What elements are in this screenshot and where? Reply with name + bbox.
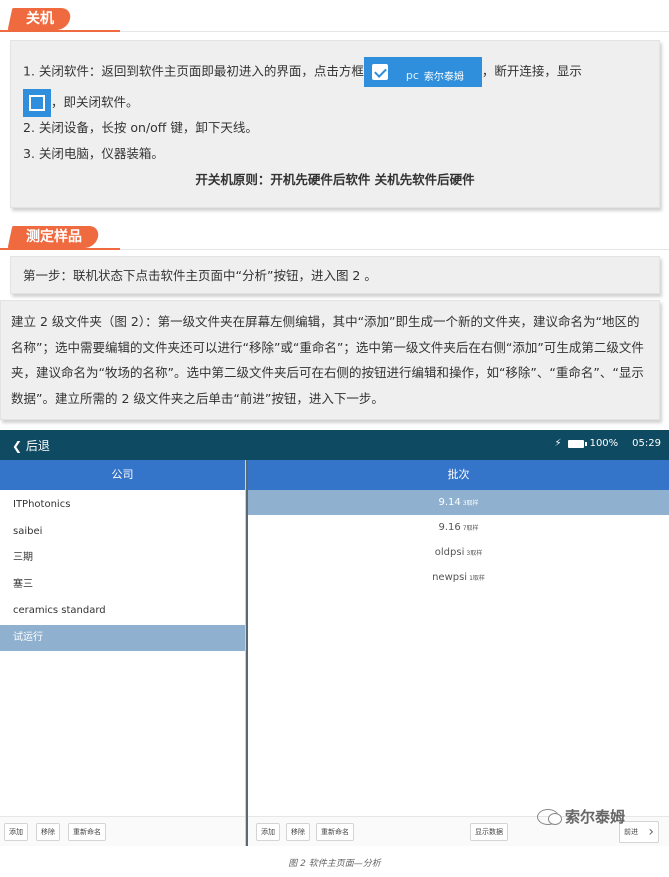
company-item[interactable]: 塞三 bbox=[0, 572, 245, 599]
section-divider-accent bbox=[0, 248, 120, 250]
analysis-app-screenshot: ❮ 后退 ⚡ 100% 05:29 公司 ITPhotonics saibei … bbox=[0, 430, 669, 846]
batch-item[interactable]: 9.16 7取样 bbox=[248, 515, 669, 540]
batch-count: 3取样 bbox=[466, 550, 483, 557]
company-pane: 公司 ITPhotonics saibei 三期 塞三 ceramics sta… bbox=[0, 460, 246, 846]
batch-name: 9.14 bbox=[438, 497, 461, 508]
measure-paragraph-box: 建立 2 级文件夹（图 2）：第一级文件夹在屏幕左侧编辑，其中“添加”即生成一个… bbox=[0, 300, 660, 420]
inline-watermark: 索尔泰姆 bbox=[423, 72, 464, 83]
checkbox-checked-icon bbox=[371, 64, 388, 80]
measure-step1: 第一步：联机状态下点击软件主页面中“分析”按钮，进入图 2 。 bbox=[23, 268, 377, 283]
app-top-bar: ❮ 后退 ⚡ 100% 05:29 bbox=[0, 430, 669, 460]
batch-header: 批次 bbox=[248, 460, 669, 490]
remove-batch-button[interactable]: 移除 bbox=[286, 823, 310, 841]
measure-paragraph: 建立 2 级文件夹（图 2）：第一级文件夹在屏幕左侧编辑，其中“添加”即生成一个… bbox=[11, 314, 644, 406]
company-item-selected[interactable]: 试运行 bbox=[0, 624, 245, 651]
measure-section-header: 测定样品 bbox=[0, 222, 669, 250]
power-principle: 开关机原则：开机先硬件后软件 关机先软件后硬件 bbox=[195, 172, 475, 187]
step1-text-before: 1. 关闭软件：返回到软件主页面即最初进入的界面，点击方框 bbox=[23, 63, 364, 79]
shutdown-section-header: 关机 bbox=[0, 4, 669, 32]
batch-item[interactable]: newpsi 1取样 bbox=[248, 565, 669, 590]
batch-item-selected[interactable]: 9.14 3取样 bbox=[248, 490, 669, 515]
wechat-icon bbox=[537, 808, 562, 825]
shutdown-heading-badge: 关机 bbox=[7, 8, 73, 30]
step1-text-mid: ，断开连接，显示 bbox=[481, 63, 582, 79]
wechat-watermark: 索尔泰姆 bbox=[537, 806, 625, 827]
figure-caption: 图 2 软件主页面—分析 bbox=[288, 859, 381, 869]
chevron-right-icon: › bbox=[648, 824, 654, 840]
batch-item[interactable]: oldpsi 3取样 bbox=[248, 540, 669, 565]
batch-pane: 批次 9.14 3取样 9.16 7取样 oldpsi 3取样 newpsi 1取样 添… bbox=[248, 460, 669, 846]
remove-company-button[interactable]: 移除 bbox=[36, 823, 60, 841]
measure-heading-badge: 测定样品 bbox=[7, 226, 101, 248]
company-item[interactable]: ceramics standard bbox=[0, 598, 245, 625]
battery-percent: 100% bbox=[589, 438, 619, 449]
rename-batch-button[interactable]: 重新命名 bbox=[316, 823, 354, 841]
next-label: 前进 bbox=[624, 828, 638, 836]
batch-name: 9.16 bbox=[438, 522, 461, 533]
company-list: ITPhotonics saibei 三期 塞三 ceramics standa… bbox=[0, 492, 245, 651]
company-item[interactable]: saibei bbox=[0, 519, 245, 546]
measure-step1-box: 第一步：联机状态下点击软件主页面中“分析”按钮，进入图 2 。 bbox=[10, 256, 660, 294]
batch-list: 9.14 3取样 9.16 7取样 oldpsi 3取样 newpsi 1取样 bbox=[248, 490, 669, 590]
clock: 05:29 bbox=[632, 438, 661, 449]
rename-company-button[interactable]: 重新命名 bbox=[68, 823, 106, 841]
batch-count: 1取样 bbox=[469, 575, 485, 582]
add-company-button[interactable]: 添加 bbox=[4, 823, 28, 841]
chevron-left-icon: ❮ bbox=[12, 439, 23, 453]
connect-button-text: pc bbox=[405, 69, 419, 82]
shutdown-step1: 1. 关闭软件：返回到软件主页面即最初进入的界面，点击方框 pc 索尔泰姆 ，断开连接… bbox=[23, 57, 647, 87]
section-divider-accent bbox=[0, 30, 120, 32]
company-item[interactable]: 三期 bbox=[0, 545, 245, 572]
status-area: ⚡ 100% 05:29 bbox=[555, 438, 661, 449]
batch-name: newpsi bbox=[432, 572, 468, 583]
disconnected-checkbox-button bbox=[23, 89, 51, 117]
step1-text-after: ，即关闭软件。 bbox=[51, 94, 139, 110]
shutdown-heading: 关机 bbox=[26, 11, 54, 27]
shutdown-step1-cont: ，即关闭软件。 bbox=[23, 89, 647, 117]
add-batch-button[interactable]: 添加 bbox=[256, 823, 280, 841]
watermark-text: 索尔泰姆 bbox=[565, 808, 626, 826]
back-button[interactable]: ❮ 后退 bbox=[12, 437, 50, 454]
batch-name: oldpsi bbox=[434, 547, 465, 558]
batch-count: 7取样 bbox=[462, 525, 479, 532]
company-toolbar: 添加 移除 重新命名 bbox=[0, 816, 245, 846]
company-item[interactable]: ITPhotonics bbox=[0, 492, 245, 519]
shutdown-instructions-box: 1. 关闭软件：返回到软件主页面即最初进入的界面，点击方框 pc 索尔泰姆 ，断开连接… bbox=[10, 40, 660, 208]
charging-icon: ⚡ bbox=[554, 438, 562, 449]
measure-heading: 测定样品 bbox=[26, 229, 82, 245]
checkbox-empty-icon bbox=[29, 95, 45, 111]
batch-count: 3取样 bbox=[462, 500, 479, 507]
battery-icon bbox=[567, 439, 587, 448]
company-header: 公司 bbox=[0, 460, 245, 490]
shutdown-step3: 3. 关闭电脑，仪器装箱。 bbox=[23, 146, 164, 161]
back-label: 后退 bbox=[25, 439, 50, 453]
show-data-button[interactable]: 显示数据 bbox=[470, 823, 508, 841]
shutdown-step2: 2. 关闭设备，长按 on/off 键，卸下天线。 bbox=[23, 120, 258, 135]
connect-checkbox-button: pc 索尔泰姆 bbox=[363, 57, 482, 87]
